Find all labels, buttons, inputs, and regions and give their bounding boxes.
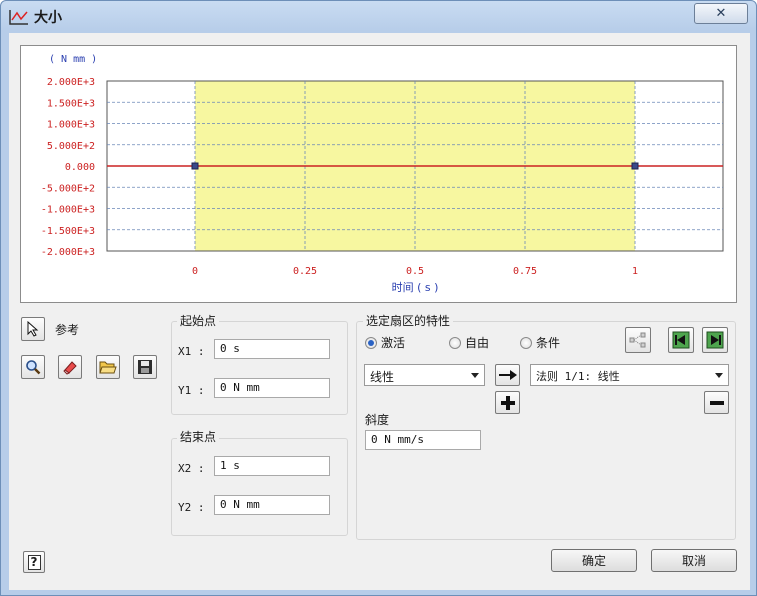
save-button[interactable] bbox=[133, 355, 157, 379]
help-icon: ? bbox=[27, 554, 41, 570]
y-tick-label: -5.000E+2 bbox=[41, 183, 95, 194]
sector-endpoint-marker bbox=[631, 162, 639, 170]
y1-input[interactable]: 0 N mm bbox=[214, 378, 330, 398]
end-point-title: 结束点 bbox=[177, 428, 220, 445]
radio-free-dot bbox=[449, 336, 461, 349]
dialog-window: 大小 ✕ 2.000E+3 1.500E+3 1.000E+3 5.000E+2 0.0… bbox=[0, 0, 757, 596]
y-tick-label: 1.000E+3 bbox=[47, 120, 95, 131]
x2-label: X2 : bbox=[178, 462, 205, 475]
y2-label: Y2 : bbox=[178, 501, 205, 514]
eraser-button[interactable] bbox=[58, 355, 82, 379]
dialog-client-area: 2.000E+3 1.500E+3 1.000E+3 5.000E+2 0.000 -5.… bbox=[9, 33, 750, 590]
pointer-button[interactable] bbox=[21, 317, 45, 341]
apply-law-button[interactable] bbox=[495, 364, 520, 386]
y2-input[interactable]: 0 N mm bbox=[214, 495, 330, 515]
y-tick-label: -1.000E+3 bbox=[41, 205, 95, 216]
network-nodes-icon bbox=[629, 332, 646, 348]
previous-arrow-icon bbox=[672, 331, 690, 349]
law-type-value: 线性 bbox=[370, 370, 395, 384]
end-point-group bbox=[171, 438, 348, 536]
radio-condition-label: 条件 bbox=[536, 336, 561, 350]
right-arrow-icon bbox=[498, 370, 517, 380]
open-file-button[interactable] bbox=[96, 355, 120, 379]
x-tick-label: 0.5 bbox=[406, 266, 424, 277]
law-list-select[interactable]: 法则 1/1: 线性 bbox=[530, 364, 729, 386]
x-axis-label: 时间 ( s ) bbox=[392, 281, 439, 294]
cancel-button[interactable]: 取消 bbox=[651, 549, 737, 572]
law-type-select[interactable]: 线性 bbox=[364, 364, 485, 386]
minus-icon bbox=[709, 400, 724, 405]
sector-network-button[interactable] bbox=[625, 327, 651, 353]
x1-input[interactable]: 0 s bbox=[214, 339, 330, 359]
y-unit-label: ( N mm ) bbox=[49, 54, 97, 65]
radio-active-label: 激活 bbox=[381, 336, 406, 350]
remove-law-button[interactable] bbox=[704, 391, 729, 414]
y-tick-label: -2.000E+3 bbox=[41, 247, 95, 258]
x-tick-label: 0 bbox=[192, 266, 198, 277]
y-tick-label: 2.000E+3 bbox=[47, 77, 95, 88]
slope-label: 斜度 bbox=[365, 413, 390, 427]
eraser-icon bbox=[63, 361, 77, 375]
x-tick-label: 1 bbox=[632, 266, 638, 277]
radio-free[interactable]: 自由 bbox=[449, 334, 489, 351]
chevron-down-icon bbox=[471, 373, 479, 378]
sector-endpoint-marker bbox=[191, 162, 199, 170]
sector-properties-title: 选定扇区的特性 bbox=[363, 312, 454, 329]
y-tick-label: 0.000 bbox=[65, 162, 95, 173]
radio-free-label: 自由 bbox=[465, 336, 490, 350]
folder-open-icon bbox=[99, 361, 117, 374]
law-chart-svg: 2.000E+3 1.500E+3 1.000E+3 5.000E+2 0.000 -5.… bbox=[41, 54, 724, 294]
plus-icon bbox=[500, 395, 515, 410]
y1-label: Y1 : bbox=[178, 384, 205, 397]
ok-button[interactable]: 确定 bbox=[551, 549, 637, 572]
reference-label: 参考 bbox=[55, 323, 80, 337]
previous-sector-button[interactable] bbox=[668, 327, 694, 353]
cursor-arrow-icon bbox=[27, 321, 39, 337]
x2-input[interactable]: 1 s bbox=[214, 456, 330, 476]
law-chart[interactable]: 2.000E+3 1.500E+3 1.000E+3 5.000E+2 0.000 -5.… bbox=[20, 45, 737, 303]
radio-condition[interactable]: 条件 bbox=[520, 334, 560, 351]
radio-active[interactable]: 激活 bbox=[365, 334, 405, 351]
magnifier-icon bbox=[26, 360, 41, 375]
radio-active-dot bbox=[365, 336, 377, 349]
help-button[interactable]: ? bbox=[23, 551, 45, 573]
close-button[interactable]: ✕ bbox=[694, 3, 748, 24]
window-title: 大小 bbox=[34, 10, 62, 26]
x1-label: X1 : bbox=[178, 345, 205, 358]
radio-condition-dot bbox=[520, 336, 532, 349]
x-tick-label: 0.75 bbox=[513, 266, 537, 277]
y-tick-label: 5.000E+2 bbox=[47, 141, 95, 152]
y-tick-label: -1.500E+3 bbox=[41, 226, 95, 237]
start-point-group bbox=[171, 321, 348, 415]
law-list-value: 法则 1/1: 线性 bbox=[536, 370, 620, 383]
slope-input[interactable]: 0 N mm/s bbox=[365, 430, 481, 450]
title-bar[interactable]: 大小 ✕ bbox=[1, 1, 756, 33]
y-tick-label: 1.500E+3 bbox=[47, 98, 95, 109]
chevron-down-icon bbox=[715, 373, 723, 378]
next-arrow-icon bbox=[706, 331, 724, 349]
law-graph-icon bbox=[9, 10, 28, 25]
floppy-disk-icon bbox=[138, 360, 152, 374]
zoom-button[interactable] bbox=[21, 355, 45, 379]
add-law-button[interactable] bbox=[495, 391, 520, 414]
start-point-title: 起始点 bbox=[177, 312, 220, 329]
x-tick-label: 0.25 bbox=[293, 266, 317, 277]
next-sector-button[interactable] bbox=[702, 327, 728, 353]
